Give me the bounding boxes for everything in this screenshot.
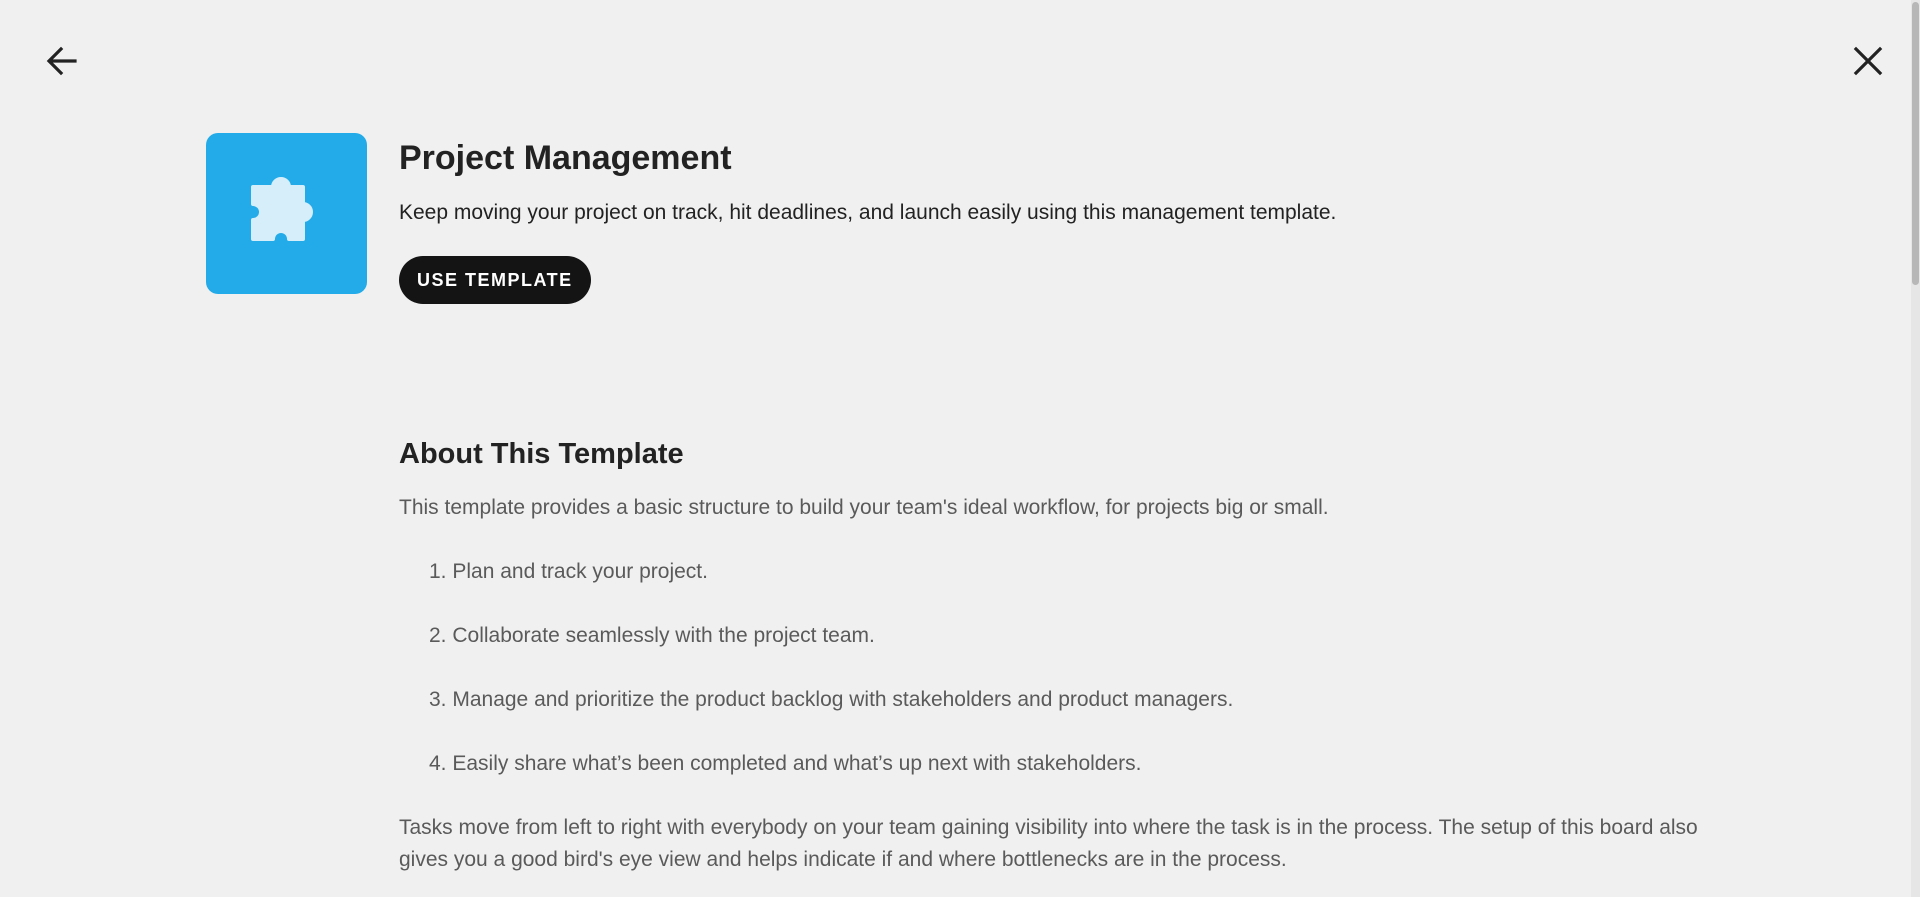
template-header: Project Management Keep moving your proj…	[399, 133, 1799, 304]
puzzle-piece-icon	[247, 171, 327, 256]
template-title: Project Management	[399, 139, 732, 177]
close-icon	[1853, 46, 1883, 81]
about-list: 1. Plan and track your project. 2. Colla…	[399, 556, 1719, 780]
about-outro: Tasks move from left to right with every…	[399, 816, 1698, 871]
arrow-left-icon	[46, 45, 78, 82]
template-description: Keep moving your project on track, hit d…	[399, 201, 1337, 224]
scrollbar[interactable]	[1911, 0, 1920, 897]
template-detail-page: Project Management Keep moving your proj…	[0, 0, 1920, 897]
about-section: About This Template This template provid…	[399, 430, 1719, 876]
list-item: 1. Plan and track your project.	[429, 560, 708, 583]
use-template-button[interactable]: USE TEMPLATE	[399, 256, 591, 304]
template-icon-tile	[206, 133, 367, 294]
about-heading: About This Template	[399, 438, 684, 470]
about-intro: This template provides a basic structure…	[399, 496, 1329, 519]
scrollbar-thumb[interactable]	[1912, 2, 1919, 285]
list-item: 2. Collaborate seamlessly with the proje…	[429, 624, 875, 647]
list-item: 3. Manage and prioritize the product bac…	[429, 688, 1234, 711]
back-button[interactable]	[44, 45, 80, 81]
list-item: 4. Easily share what’s been completed an…	[429, 752, 1142, 775]
close-button[interactable]	[1850, 45, 1886, 81]
